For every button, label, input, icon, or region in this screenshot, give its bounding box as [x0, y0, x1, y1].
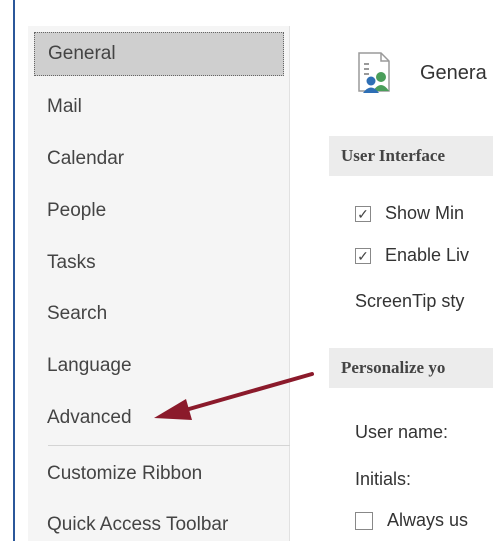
options-content: Genera User Interface ✓ Show Min ✓ Enabl… — [303, 26, 493, 541]
checkbox-unchecked-icon[interactable] — [355, 511, 373, 530]
sidebar-item-label: People — [47, 200, 107, 221]
page-title: Genera — [420, 62, 487, 84]
sidebar-divider — [48, 445, 290, 446]
initials-label: Initials: — [355, 469, 412, 489]
section-header-user-interface: User Interface — [329, 136, 493, 176]
sidebar-item-label: General — [48, 43, 116, 64]
enable-live-option[interactable]: ✓ Enable Liv — [355, 245, 469, 266]
sidebar-item-label: Language — [47, 355, 132, 376]
sidebar-item-label: Mail — [47, 96, 82, 117]
sidebar-item-mail[interactable]: Mail — [34, 85, 284, 129]
sidebar-item-general[interactable]: General — [34, 32, 284, 76]
option-label: Always us — [387, 510, 469, 530]
sidebar-item-label: Quick Access Toolbar — [47, 514, 229, 535]
sidebar-item-people[interactable]: People — [34, 189, 284, 233]
sidebar-item-quick-access-toolbar[interactable]: Quick Access Toolbar — [34, 503, 284, 547]
accent-border — [13, 0, 15, 541]
sidebar-item-label: Customize Ribbon — [47, 463, 203, 484]
checkbox-checked-icon[interactable]: ✓ — [355, 205, 371, 222]
sidebar-item-label: Advanced — [47, 407, 132, 428]
sidebar-item-language[interactable]: Language — [34, 344, 284, 388]
options-sidebar: General Mail Calendar People Tasks Searc… — [28, 26, 290, 541]
general-options-icon — [358, 52, 390, 93]
checkbox-checked-icon[interactable]: ✓ — [355, 247, 371, 264]
sidebar-item-advanced[interactable]: Advanced — [34, 396, 284, 440]
sidebar-item-label: Search — [47, 303, 108, 324]
sidebar-item-tasks[interactable]: Tasks — [34, 241, 284, 285]
always-use-option[interactable]: Always us — [355, 510, 468, 531]
sidebar-item-search[interactable]: Search — [34, 292, 284, 336]
option-label: Show Min — [385, 203, 465, 223]
section-header-personalize: Personalize yo — [329, 348, 493, 388]
sidebar-item-calendar[interactable]: Calendar — [34, 137, 284, 181]
option-label: Enable Liv — [385, 245, 470, 265]
screentip-style-label: ScreenTip sty — [355, 291, 465, 311]
user-name-label: User name: — [355, 422, 449, 442]
sidebar-item-label: Tasks — [47, 252, 96, 273]
sidebar-item-label: Calendar — [47, 148, 125, 169]
sidebar-item-customize-ribbon[interactable]: Customize Ribbon — [34, 452, 284, 496]
show-mini-option[interactable]: ✓ Show Min — [355, 203, 464, 224]
window-edge — [0, 0, 13, 541]
